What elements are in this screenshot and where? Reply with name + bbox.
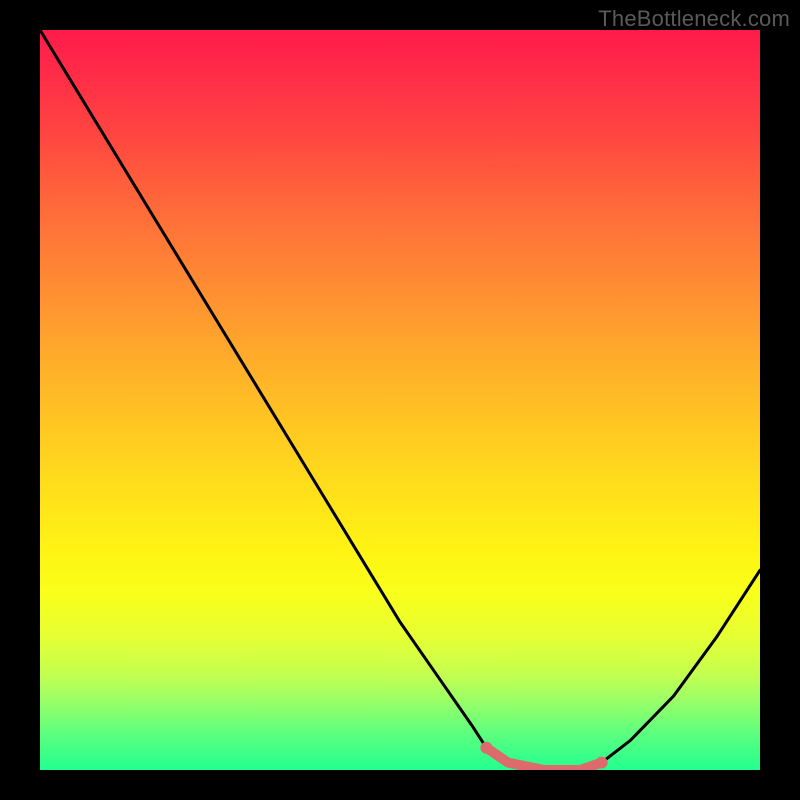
target-marker-start-dot bbox=[480, 742, 492, 754]
target-marker-path bbox=[486, 748, 601, 770]
watermark-text: TheBottleneck.com bbox=[598, 6, 790, 32]
plot-area bbox=[40, 30, 760, 770]
chart-frame: TheBottleneck.com bbox=[0, 0, 800, 800]
chart-svg bbox=[40, 30, 760, 770]
bottleneck-curve-path bbox=[40, 30, 760, 770]
target-marker-end-dot bbox=[596, 757, 608, 769]
